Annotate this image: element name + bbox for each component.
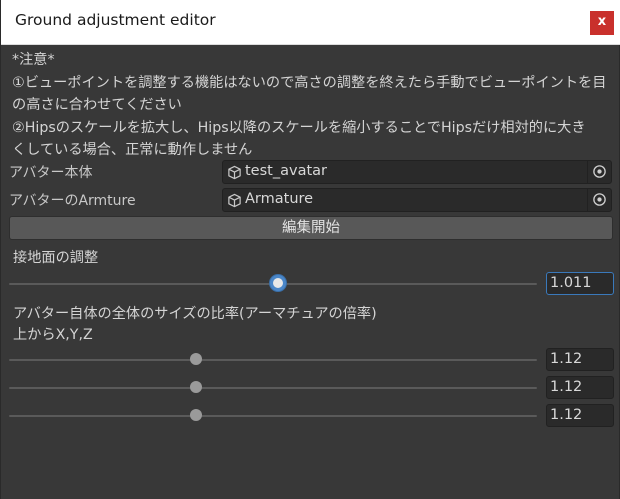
avatar-object-value: test_avatar — [245, 163, 327, 179]
ground-slider-thumb[interactable] — [270, 275, 287, 291]
scale-x-slider-thumb[interactable] — [190, 353, 203, 365]
scale-y-value-field[interactable]: 1.12 — [546, 376, 614, 399]
scale-z-slider-row: 1.12 — [9, 404, 614, 428]
notice-text: *注意* ①ビューポイントを調整する機能はないので高さの調整を終えたら手動でビュ… — [12, 49, 614, 162]
scale-y-slider-row: 1.12 — [9, 376, 614, 400]
close-button[interactable]: x — [590, 11, 614, 35]
scale-z-value-field[interactable]: 1.12 — [546, 404, 614, 427]
notice-line: ②Hipsのスケールを拡大し、Hips以降のスケールを縮小することでHipsだけ… — [12, 119, 586, 136]
scale-x-slider-track[interactable] — [9, 359, 537, 361]
scale-y-slider-thumb[interactable] — [190, 381, 203, 393]
armature-field-row: アバターのArmture Armature — [9, 188, 613, 212]
armature-field-label: アバターのArmture — [9, 193, 136, 209]
scale-x-slider-row: 1.12 — [9, 348, 614, 372]
target-circle-icon — [593, 193, 606, 206]
start-edit-button[interactable]: 編集開始 — [9, 216, 613, 240]
scale-z-slider-track[interactable] — [9, 415, 537, 417]
window-title: Ground adjustment editor — [15, 11, 216, 29]
armature-object-value: Armature — [245, 191, 314, 207]
cube-icon — [228, 193, 241, 208]
scale-y-slider-track[interactable] — [9, 387, 537, 389]
title-bar[interactable]: Ground adjustment editor x — [1, 0, 620, 45]
scale-label: アバター自体の全体のサイズの比率(アーマチュアの倍率) — [13, 306, 377, 322]
avatar-picker-button[interactable] — [587, 161, 611, 183]
scale-z-slider-thumb[interactable] — [190, 409, 203, 421]
cube-icon — [228, 165, 241, 180]
ground-slider-row: 1.011 — [9, 272, 614, 296]
armature-object-field[interactable]: Armature — [222, 188, 612, 212]
scale-x-value-field[interactable]: 1.12 — [546, 348, 614, 371]
avatar-field-row: アバター本体 test_avatar — [9, 160, 613, 184]
scale-axis-hint: 上からX,Y,Z — [13, 327, 93, 343]
notice-line: の高さに合わせてください — [12, 97, 182, 114]
armature-picker-button[interactable] — [587, 189, 611, 211]
notice-line: ①ビューポイントを調整する機能はないので高さの調整を終えたら手動でビューポイント… — [12, 74, 607, 91]
ground-value-field[interactable]: 1.011 — [546, 272, 614, 295]
avatar-object-field[interactable]: test_avatar — [222, 160, 612, 184]
notice-line: *注意* — [12, 52, 55, 68]
target-circle-icon — [593, 165, 606, 178]
editor-window: Ground adjustment editor x *注意* ①ビューポイント… — [0, 0, 620, 499]
avatar-field-label: アバター本体 — [9, 165, 93, 181]
ground-adjust-label: 接地面の調整 — [13, 250, 99, 266]
notice-line: くしている場合、正常に動作しません — [12, 142, 253, 159]
